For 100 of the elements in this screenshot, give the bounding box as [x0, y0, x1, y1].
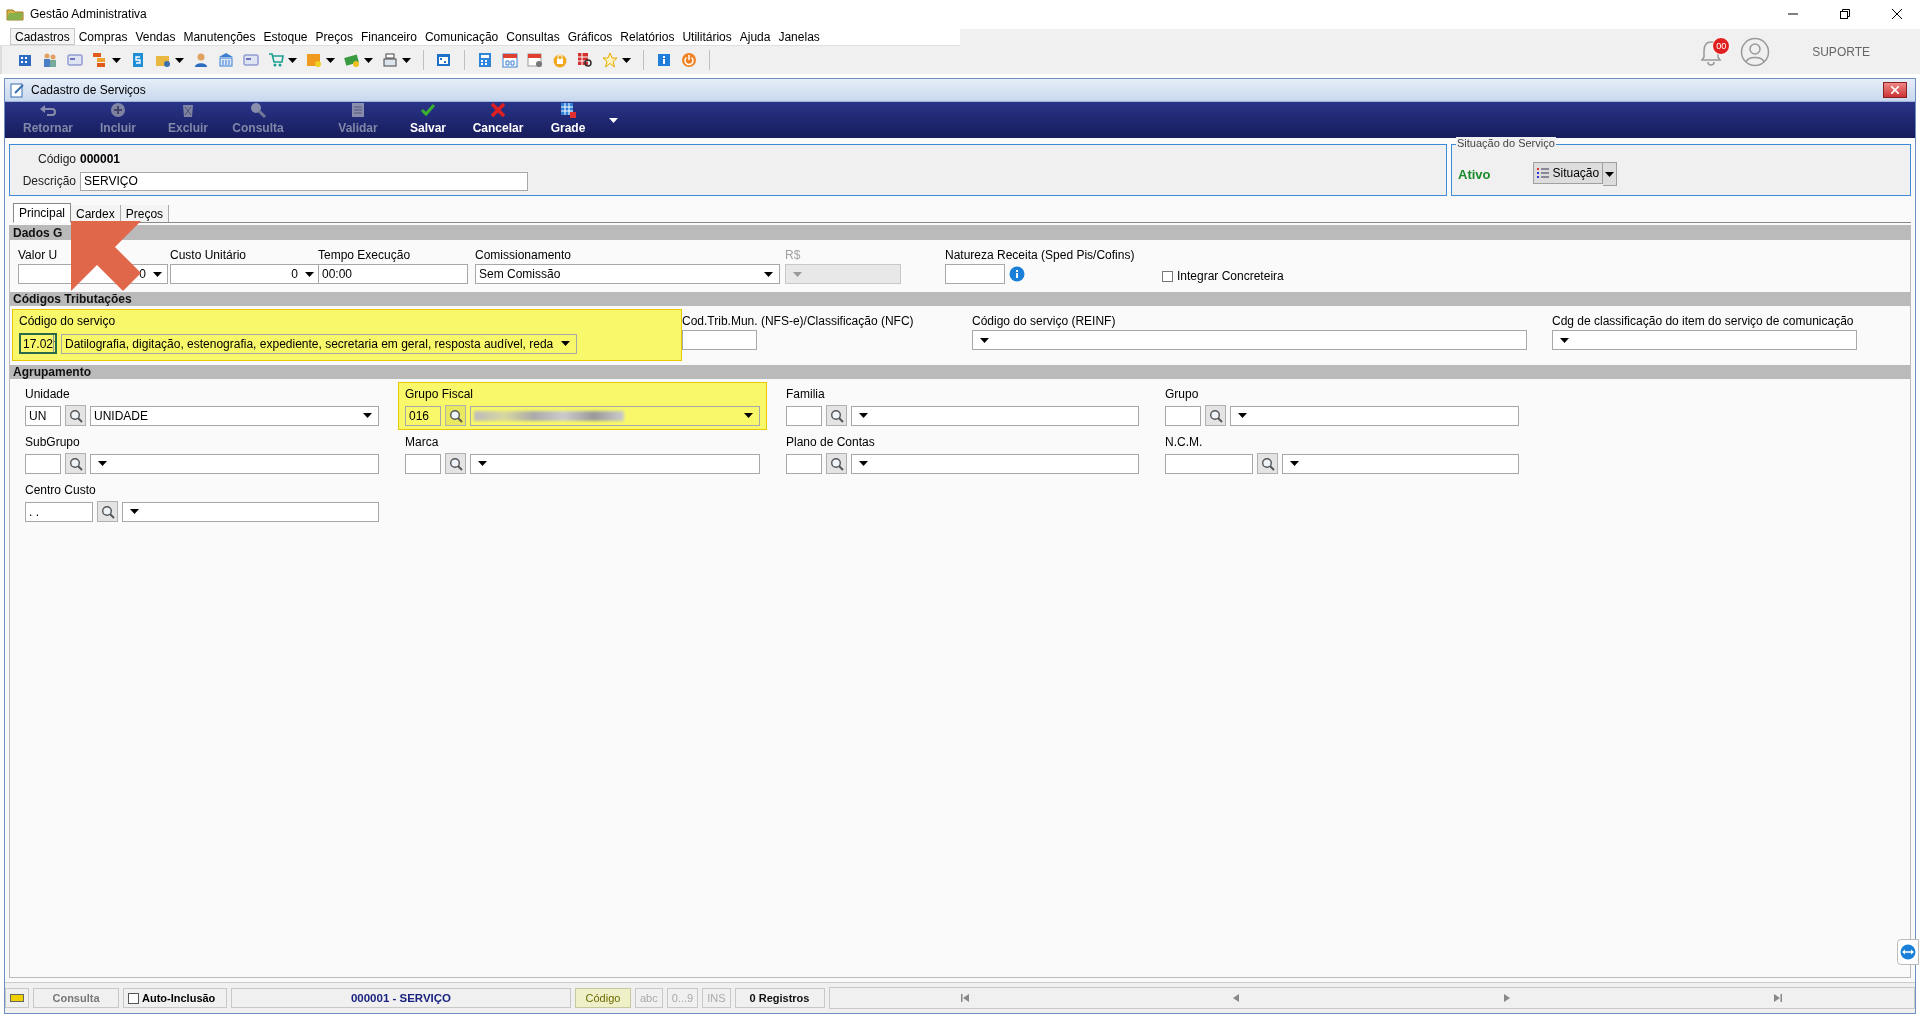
caret-icon: [1559, 337, 1569, 343]
input-field[interactable]: [786, 453, 822, 474]
checkbox[interactable]: [1162, 270, 1173, 282]
dropdown-field[interactable]: [122, 501, 379, 522]
tab[interactable]: Preços: [120, 205, 170, 222]
notification-button[interactable]: 00: [1698, 36, 1729, 67]
status-button[interactable]: Situação: [1532, 162, 1604, 184]
section-header: Dados G: [10, 226, 1910, 240]
remote-support-button[interactable]: [1897, 939, 1919, 965]
input-field[interactable]: 016: [405, 405, 441, 426]
search-button[interactable]: [1257, 453, 1278, 474]
dropdown-field[interactable]: [1230, 405, 1519, 426]
field-label: Código do serviço (REINF): [972, 313, 1116, 329]
menu-item[interactable]: Janelas: [774, 28, 824, 45]
dropdown-field[interactable]: [1552, 330, 1857, 350]
checkbox[interactable]: [128, 992, 139, 1004]
search-icon: [829, 456, 844, 471]
menu-item[interactable]: Relatórios: [616, 28, 679, 45]
tab[interactable]: Principal: [13, 203, 72, 223]
input-field[interactable]: . .: [25, 501, 93, 522]
menu-item[interactable]: Financeiro: [356, 28, 421, 45]
caret-icon: [288, 57, 297, 63]
money-icon: [344, 52, 360, 68]
input-field[interactable]: UN: [25, 405, 61, 426]
search-button[interactable]: [826, 405, 847, 426]
search-button[interactable]: [445, 405, 466, 426]
dropdown-field[interactable]: Datilografia, digitação, estenografia, expediente, secretaria em geral, resposta audível, reda: [61, 333, 578, 354]
field-label: Centro Custo: [25, 482, 96, 498]
field-label: Natureza Receita (Sped Pis/Cofins): [945, 247, 1135, 263]
dropdown-field[interactable]: Sem Comissão: [475, 264, 780, 284]
caret-icon: [1289, 461, 1299, 466]
menu-item[interactable]: Consultas: [502, 28, 564, 45]
search-button[interactable]: [97, 501, 118, 522]
close-button[interactable]: [1883, 82, 1907, 98]
caret-icon: [1237, 413, 1247, 418]
nav-button[interactable]: [1773, 994, 1784, 1002]
caret-icon: [792, 271, 802, 277]
avatar-button[interactable]: [1740, 36, 1771, 67]
search-button[interactable]: [445, 453, 466, 474]
input-field[interactable]: [682, 330, 757, 350]
caret-icon: [979, 337, 989, 343]
menu-item[interactable]: Compras: [74, 28, 132, 45]
close-icon: [1891, 86, 1899, 94]
toolbar-button[interactable]: Cancelar: [463, 99, 533, 138]
field-label: Valor U: [18, 247, 58, 263]
input-field[interactable]: SERVIÇO: [80, 171, 528, 191]
dropdown-field[interactable]: UNIDADE: [90, 405, 379, 426]
search-button[interactable]: [65, 405, 86, 426]
status-indicator: abc: [635, 988, 663, 1008]
field-label: Unidade: [25, 386, 70, 402]
menu-item[interactable]: Utilitários: [678, 28, 736, 45]
search-button[interactable]: [1205, 405, 1226, 426]
info-button[interactable]: [1009, 266, 1025, 282]
dropdown-field[interactable]: [851, 405, 1139, 426]
restore-icon: [1840, 9, 1850, 19]
menu-item[interactable]: Gráficos: [563, 28, 617, 45]
dropdown-field[interactable]: [1282, 453, 1519, 474]
caret-icon: [304, 271, 314, 277]
first-icon: [960, 994, 971, 1002]
caret-icon: [112, 57, 121, 63]
menu-item[interactable]: Preços: [311, 28, 357, 45]
dropdown-field[interactable]: [851, 453, 1139, 474]
menu-item[interactable]: Manutenções: [179, 28, 260, 45]
search-button[interactable]: [65, 453, 86, 474]
input-field[interactable]: [1165, 453, 1253, 474]
field-label: N.C.M.: [1165, 434, 1203, 450]
sort-key-button[interactable]: Código: [575, 988, 631, 1008]
toolbar-button[interactable]: Grade: [533, 99, 603, 138]
menu-item[interactable]: Comunicação: [420, 28, 503, 45]
nav-button[interactable]: [1231, 994, 1242, 1002]
dropdown-field[interactable]: [470, 405, 760, 426]
input-field[interactable]: [25, 453, 61, 474]
dropdown-field[interactable]: 0: [170, 264, 320, 284]
input-field[interactable]: [945, 264, 1005, 284]
checkbox-label: Auto-Inclusão: [142, 992, 216, 1004]
input-field[interactable]: 00:00: [318, 264, 468, 284]
caret-icon: [763, 271, 773, 277]
nav-button[interactable]: [960, 994, 971, 1002]
window-title: Gestão Administrativa: [30, 7, 147, 21]
dropdown-button[interactable]: [1603, 162, 1618, 186]
search-button[interactable]: [826, 453, 847, 474]
search-icon: [448, 408, 463, 423]
input-field[interactable]: [1165, 405, 1201, 426]
code-dropdown[interactable]: 17.02: [19, 333, 57, 354]
check-icon: [419, 101, 437, 119]
dropdown-field[interactable]: [90, 453, 379, 474]
menu-item[interactable]: Vendas: [131, 28, 180, 45]
document-icon: [130, 52, 146, 68]
dropdown-field[interactable]: [972, 330, 1527, 350]
card-icon: [67, 52, 83, 68]
input-field[interactable]: [405, 453, 441, 474]
menu-item[interactable]: Ajuda: [735, 28, 775, 45]
menu-item[interactable]: Estoque: [259, 28, 312, 45]
status-indicator: 0...9: [666, 988, 699, 1008]
toolbar-button[interactable]: Salvar: [393, 99, 463, 138]
dropdown-field[interactable]: [470, 453, 760, 474]
menu-item[interactable]: Cadastros: [10, 28, 75, 45]
search-icon: [68, 456, 83, 471]
last-icon: [1773, 994, 1784, 1002]
input-field[interactable]: [786, 405, 822, 426]
